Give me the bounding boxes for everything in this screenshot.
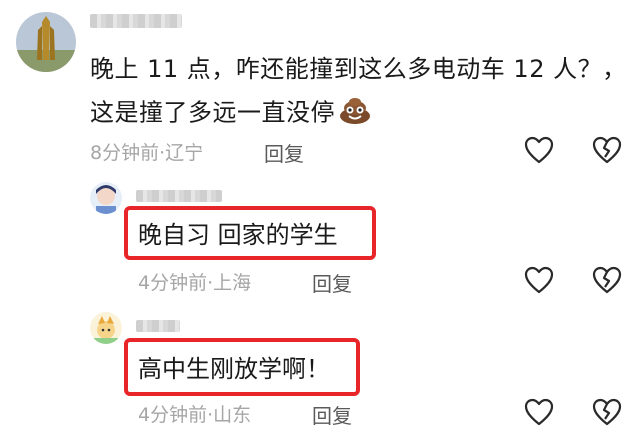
reply-button[interactable]: 回复 [312,400,352,429]
avatar[interactable] [90,182,122,214]
reply-comment: 高中生刚放学啊！ 4分钟前·山东 回复 [0,308,640,441]
broken-heart-icon[interactable] [592,136,622,168]
reply-meta: 4分钟前·上海 [138,268,251,295]
avatar[interactable] [16,12,76,72]
reply-time: 4分钟前 [138,272,208,294]
comment-time: 8分钟前 [90,142,160,164]
username-redacted[interactable] [136,320,180,332]
broken-heart-icon[interactable] [592,398,622,430]
broken-heart-icon[interactable] [592,266,622,298]
comment-text-line-1: 晚上 11 点，咋还能撞到这么多电动车 12 人？， [90,55,627,83]
reply-location: 上海 [213,272,252,294]
username-redacted[interactable] [136,190,222,202]
heart-outline-icon[interactable] [524,136,554,168]
comment-text-line-2: 这是撞了多远一直没停 [90,96,371,131]
heart-outline-icon[interactable] [524,398,554,430]
comment-text-line-2-text: 这是撞了多远一直没停 [90,98,335,127]
reply-button[interactable]: 回复 [312,268,352,297]
comment-meta: 8分钟前·辽宁 [90,138,203,165]
reply-time: 4分钟前 [138,404,208,426]
reply-button[interactable]: 回复 [264,138,304,167]
reply-text: 晚自习 回家的学生 [138,221,338,249]
reply-comment: 晚自习 回家的学生 4分钟前·上海 回复 [0,178,640,308]
username-redacted[interactable] [90,14,182,28]
reply-location: 山东 [213,404,252,426]
reply-meta: 4分钟前·山东 [138,400,251,427]
comment-location: 辽宁 [165,142,204,164]
reply-text: 高中生刚放学啊！ [138,355,330,383]
poop-face-emoji [339,96,371,131]
heart-outline-icon[interactable] [524,266,554,298]
avatar[interactable] [90,312,122,344]
main-comment: 晚上 11 点，咋还能撞到这么多电动车 12 人？， 这是撞了多远一直没停 8分… [0,0,640,175]
